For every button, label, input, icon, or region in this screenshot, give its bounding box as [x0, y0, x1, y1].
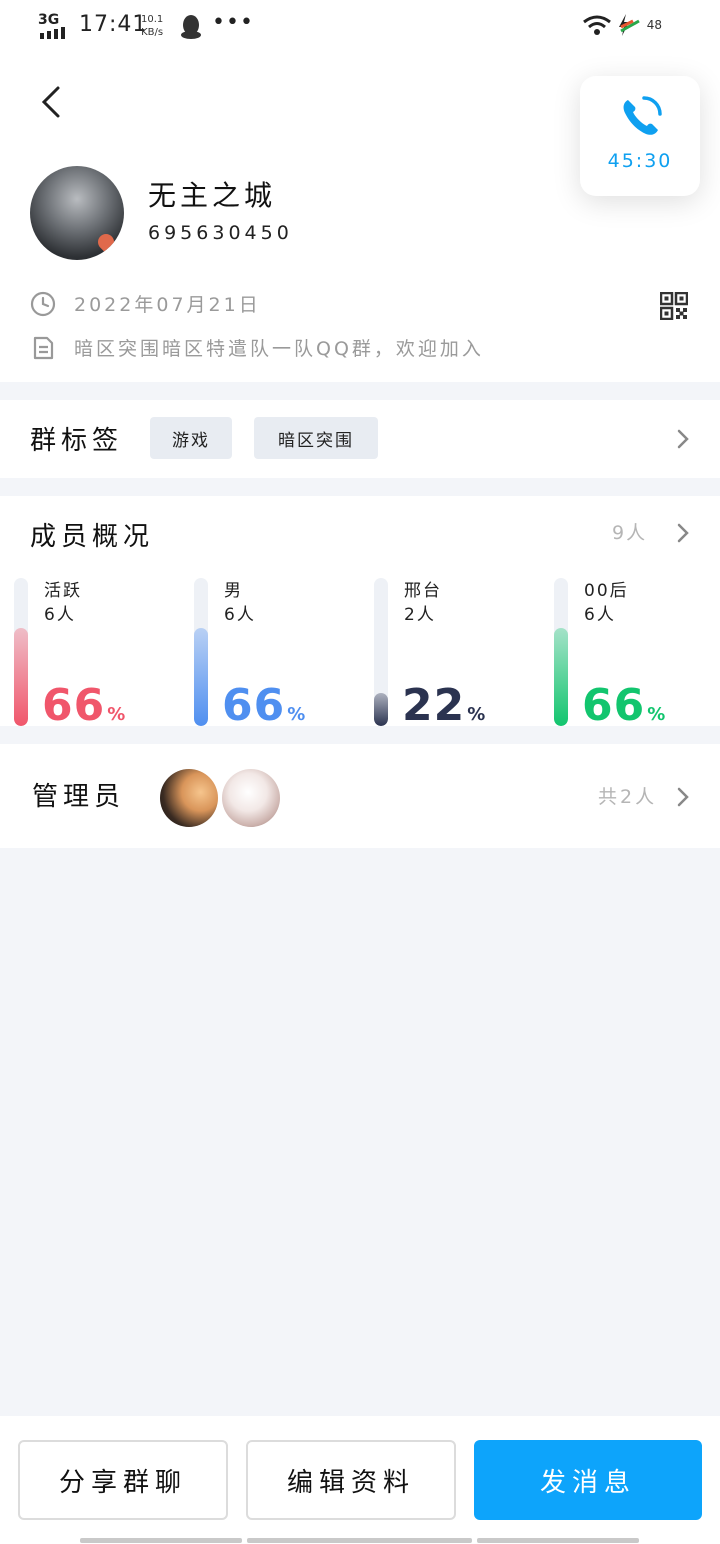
- stat-column: 邢台 2人 22%: [360, 576, 530, 731]
- group-tags-section[interactable]: 群标签 游戏 暗区突围: [0, 400, 720, 478]
- battery-icon: [620, 19, 640, 32]
- qq-penguin-icon: [180, 14, 202, 44]
- chevron-left-icon: [41, 86, 60, 118]
- nav-indicator: [477, 1538, 639, 1543]
- stat-count: 6人: [224, 605, 256, 625]
- stat-percent: 66%: [582, 680, 666, 731]
- description-row: 暗区突围暗区特遣队一队QQ群，欢迎加入: [30, 334, 484, 361]
- stat-bar-track: [554, 578, 568, 726]
- admin-avatar[interactable]: [222, 769, 280, 827]
- group-name: 无主之城: [148, 179, 277, 212]
- stat-bar-fill: [194, 628, 208, 726]
- admins-section[interactable]: 管理员 共2人: [0, 744, 720, 848]
- stat-label: 活跃: [44, 581, 82, 601]
- group-description: 暗区突围暗区特遣队一队QQ群，欢迎加入: [74, 338, 484, 360]
- chevron-right-icon: [677, 429, 689, 449]
- stat-bar-track: [374, 578, 388, 726]
- back-button[interactable]: [38, 84, 66, 120]
- tag-item: 暗区突围: [254, 417, 378, 459]
- stat-percent: 22%: [402, 680, 486, 731]
- group-id: 695630450: [148, 222, 293, 244]
- stat-percent-value: 66: [42, 680, 106, 731]
- members-overview-section[interactable]: 成员概况 9人 活跃 6人 66% 男 6人 66% 邢台 2人 22% 00后 6人 66%: [0, 496, 720, 731]
- speed-value: 10.1: [141, 14, 164, 25]
- bottom-action-bar: 分享群聊 编辑资料 发消息: [0, 1416, 720, 1544]
- more-notifications-icon: •••: [212, 10, 254, 35]
- stat-count: 6人: [44, 605, 76, 625]
- speed-unit: KB/s: [141, 27, 164, 38]
- tags-title: 群标签: [30, 426, 124, 456]
- stat-bar-fill: [374, 693, 388, 726]
- network-type: 3G: [38, 12, 60, 28]
- stat-label: 邢台: [404, 581, 442, 601]
- avatar-decoration: [94, 230, 118, 254]
- stat-bar-fill: [554, 628, 568, 726]
- document-icon: [33, 336, 54, 359]
- created-date: 2022年07月21日: [74, 294, 261, 316]
- stat-bar-track: [14, 578, 28, 726]
- clock: 17:41: [79, 12, 148, 37]
- stat-percent: 66%: [222, 680, 306, 731]
- qr-code-icon: [659, 291, 689, 321]
- admin-avatar[interactable]: [160, 769, 218, 827]
- battery-level: 48: [619, 18, 662, 33]
- stat-bar-track: [194, 578, 208, 726]
- members-title: 成员概况: [30, 522, 155, 552]
- chevron-right-icon: [677, 787, 689, 807]
- stat-percent: 66%: [42, 680, 126, 731]
- battery-text: 48: [646, 18, 662, 32]
- qr-code-button[interactable]: [659, 291, 689, 324]
- send-message-button[interactable]: 发消息: [474, 1440, 702, 1520]
- stat-count: 2人: [404, 605, 436, 625]
- stat-column: 男 6人 66%: [180, 576, 350, 731]
- phone-icon: [623, 96, 662, 135]
- floating-call-window[interactable]: 45:30: [580, 76, 700, 196]
- member-count: 9人: [612, 522, 648, 544]
- call-duration: 45:30: [607, 150, 673, 172]
- signal-icon: [40, 27, 65, 39]
- share-group-button[interactable]: 分享群聊: [18, 1440, 228, 1520]
- stat-count: 6人: [584, 605, 616, 625]
- chevron-right-icon: [677, 523, 689, 543]
- edit-profile-button[interactable]: 编辑资料: [246, 1440, 456, 1520]
- stat-column: 活跃 6人 66%: [0, 576, 170, 731]
- stat-label: 00后: [584, 581, 629, 601]
- status-bar: 3G 17:41 10.1 KB/s ••• 48: [0, 0, 720, 56]
- tag-item: 游戏: [150, 417, 232, 459]
- stat-percent-unit: %: [647, 704, 667, 725]
- stat-column: 00后 6人 66%: [540, 576, 710, 731]
- admin-count: 共2人: [598, 786, 658, 808]
- stat-percent-unit: %: [467, 704, 487, 725]
- stat-percent-unit: %: [287, 704, 307, 725]
- wifi-icon: [583, 15, 611, 35]
- clock-icon: [30, 291, 56, 316]
- network-speed: 10.1 KB/s: [141, 13, 163, 39]
- admins-title: 管理员: [32, 782, 126, 812]
- stat-percent-unit: %: [107, 704, 127, 725]
- stat-percent-value: 66: [222, 680, 286, 731]
- stat-bar-fill: [14, 628, 28, 726]
- created-date-row: 2022年07月21日: [30, 290, 261, 317]
- stat-percent-value: 66: [582, 680, 646, 731]
- stat-label: 男: [224, 581, 243, 601]
- nav-indicator: [247, 1538, 472, 1543]
- nav-indicator: [80, 1538, 242, 1543]
- group-avatar[interactable]: [30, 166, 124, 260]
- stat-percent-value: 22: [402, 680, 466, 731]
